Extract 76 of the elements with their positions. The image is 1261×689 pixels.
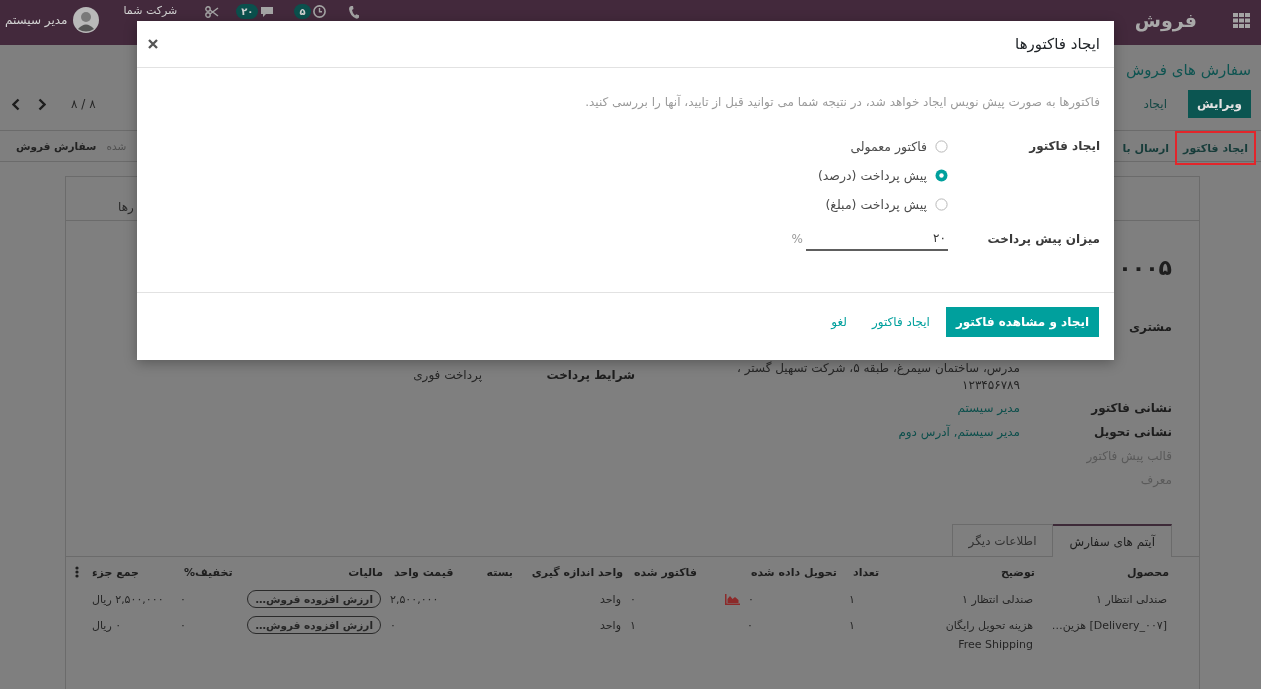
grid-icon[interactable]: [1233, 12, 1250, 28]
table-cell-text: صندلی انتظار ۱: [962, 592, 1033, 608]
field-link[interactable]: مدیر سیستم: [957, 398, 1022, 418]
table-cell-text: واحد: [600, 592, 621, 608]
chevron-right-icon[interactable]: [38, 97, 46, 111]
table-cell-text: صندلی انتظار ۱: [1096, 592, 1167, 608]
field-label: مشتری: [1129, 319, 1172, 336]
column-header[interactable]: فاکتور شده: [634, 565, 697, 579]
radio-option[interactable]: فاکتور معمولی: [817, 132, 948, 161]
table-cell-text: ۰ ریال: [92, 618, 122, 634]
clock-icon[interactable]: [312, 5, 326, 18]
pager-value: ۸ / ۸: [71, 97, 96, 111]
edit-button[interactable]: ویرایش: [1188, 90, 1251, 118]
user-name[interactable]: مدیر سیستم: [5, 13, 68, 27]
column-header[interactable]: تعداد: [853, 565, 880, 579]
column-header[interactable]: جمع جزء: [92, 565, 140, 579]
send-button[interactable]: ارسال با: [1118, 131, 1174, 165]
column-header[interactable]: بسته: [486, 565, 513, 579]
create-and-view-button[interactable]: ایجاد و مشاهده فاکتور: [945, 307, 1099, 337]
address-line: ۱۲۳۴۵۶۷۸۹: [961, 377, 1020, 394]
order-number: ۰۰۰۵: [1118, 255, 1172, 280]
create-invoice-button[interactable]: ایجاد فاکتور: [1175, 131, 1256, 165]
cancel-link[interactable]: لغو: [831, 307, 847, 337]
field-label: ایجاد فاکتور: [1029, 138, 1100, 156]
field-link[interactable]: مدیر سیستم, آدرس دوم: [898, 422, 1022, 442]
field-label: میزان پیش پرداخت: [987, 230, 1100, 248]
app-name[interactable]: فروش: [1134, 9, 1197, 31]
message-count-badge: ۲۰: [236, 4, 259, 19]
table-cell-text: ۰: [180, 592, 186, 608]
table-cell-text: ۲,۵۰۰,۰۰۰: [390, 592, 439, 608]
field-value: پرداخت فوری: [413, 367, 483, 385]
create-button[interactable]: ایجاد: [1134, 90, 1176, 118]
notebook-tab[interactable]: اطلاعات دیگر: [951, 524, 1054, 556]
chat-icon[interactable]: [260, 5, 275, 18]
activity-count-badge: ۵: [294, 4, 311, 19]
unit-label: %: [791, 232, 803, 246]
table-cell-text: ۰: [748, 592, 754, 608]
smart-button[interactable]: رها: [118, 200, 134, 214]
table-cell-text: ۱: [849, 618, 855, 634]
notebook-tab[interactable]: آیتم های سفارش: [1052, 524, 1172, 557]
company-name[interactable]: شرکت شما: [123, 4, 178, 17]
radio-option[interactable]: پیش پرداخت (مبلغ): [817, 190, 948, 219]
breadcrumb-link[interactable]: سفارش های فروش: [1125, 58, 1251, 82]
table-cell-text: ۰: [630, 592, 636, 608]
table-cell-text: واحد: [600, 618, 621, 634]
table-cell-text: [Delivery_۰۰۷] هزین…: [1051, 618, 1167, 634]
column-header[interactable]: واحد اندازه گیری: [531, 565, 623, 579]
table-cell-text: ۲,۵۰۰,۰۰۰ ریال: [92, 592, 164, 608]
create-invoice-link[interactable]: ایجاد فاکتور: [871, 307, 930, 337]
column-header[interactable]: مالیات: [348, 565, 383, 579]
column-header[interactable]: قیمت واحد: [394, 565, 454, 579]
input-field[interactable]: ۲۰: [806, 227, 948, 251]
field-label: نشانی تحویل: [1094, 424, 1172, 442]
table-cell-text: ۱: [630, 618, 636, 634]
column-header[interactable]: محصول: [1126, 565, 1169, 579]
table-cell-text: ۰: [747, 618, 753, 634]
scissors-icon[interactable]: [205, 6, 220, 18]
table-cell-text: ۰: [390, 618, 396, 634]
status-step[interactable]: سفارش فروش: [16, 140, 97, 152]
radio-option[interactable]: پیش پرداخت (درصد): [817, 161, 948, 190]
field-label: نشانی فاکتور: [1091, 400, 1172, 418]
avatar-icon[interactable]: [72, 7, 99, 33]
vertical-dots-icon[interactable]: [75, 566, 79, 578]
address-line: مدرس، ساختمان سیمرغ، طبقه ۵، شرکت تسهیل گستر ،: [737, 360, 1020, 377]
column-header[interactable]: تخفیف%: [184, 565, 233, 579]
dialog-description: فاکتورها به صورت پیش نویس ایجاد خواهد شد، در نتیجه شما می توانید قبل از تایید، آنها را بررسی کنید.: [584, 93, 1100, 112]
phone-icon[interactable]: [348, 6, 359, 19]
column-header[interactable]: تحویل داده شده: [751, 565, 837, 579]
chevron-left-icon[interactable]: [12, 97, 20, 111]
dialog-title: ایجاد فاکتورها: [1015, 35, 1100, 53]
field-label: شرایط پرداخت: [546, 367, 635, 384]
table-cell-text: ۱: [849, 592, 855, 608]
close-icon[interactable]: [148, 39, 158, 49]
table-cell-text: هزینه تحویل رایگان Free Shipping: [945, 618, 1033, 653]
table-cell-text: ۰: [180, 618, 186, 634]
column-header[interactable]: توضیح: [1000, 565, 1035, 579]
